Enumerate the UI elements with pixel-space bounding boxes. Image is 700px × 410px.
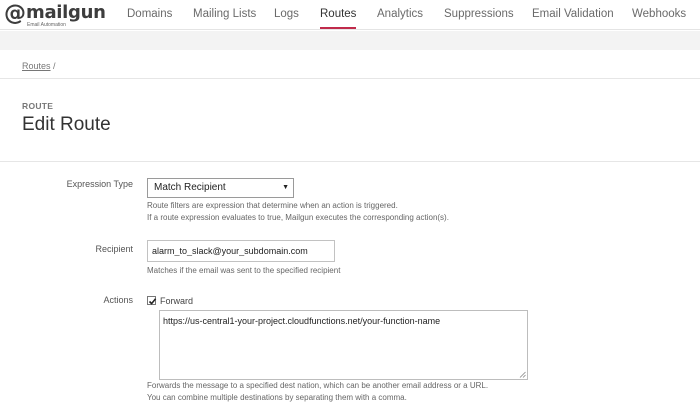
breadcrumb-separator: / <box>53 61 56 71</box>
expression-type-select[interactable]: Match Recipient ▼ <box>147 178 294 198</box>
forward-destination-value: https://us-central1-your-project.cloudfu… <box>163 316 441 326</box>
forward-help-line2: You can combine multiple destinations by… <box>147 393 407 402</box>
page-title: Edit Route <box>22 114 111 135</box>
checkmark-icon <box>148 298 157 305</box>
active-tab-indicator <box>320 27 357 29</box>
forward-label: Forward <box>160 296 194 306</box>
nav-item-routes-label: Routes <box>320 8 357 20</box>
nav-item-domains[interactable]: Domains <box>127 0 172 30</box>
expression-type-help-line2: If a route expression evaluates to true,… <box>147 213 449 222</box>
logo-at-symbol: @ <box>4 1 26 26</box>
recipient-help: Matches if the email was sent to the spe… <box>147 266 341 275</box>
dropdown-caret-icon: ▼ <box>282 184 289 191</box>
nav-item-logs[interactable]: Logs <box>274 0 299 30</box>
nav-item-suppressions[interactable]: Suppressions <box>444 0 514 30</box>
expression-type-value: Match Recipient <box>154 182 226 193</box>
logo-tagline: Email Automation <box>27 22 66 28</box>
expression-type-label: Expression Type <box>66 179 133 189</box>
divider <box>0 161 700 162</box>
header-band <box>0 31 700 50</box>
top-navigation: @ mailgun Email Automation Domains Maili… <box>0 0 700 30</box>
mailgun-logo[interactable]: @ mailgun Email Automation <box>4 1 106 29</box>
divider <box>0 78 700 79</box>
breadcrumb-routes-link[interactable]: Routes <box>22 61 51 71</box>
page-eyebrow: ROUTE <box>22 101 54 111</box>
breadcrumb: Routes / <box>22 61 56 71</box>
nav-item-analytics[interactable]: Analytics <box>377 0 423 30</box>
recipient-input[interactable] <box>147 240 335 262</box>
expression-type-help-line1: Route filters are expression that determ… <box>147 201 398 210</box>
forward-help-line1: Forwards the message to a specified dest… <box>147 381 489 390</box>
resize-grip-icon[interactable] <box>519 371 526 378</box>
forward-destination-textarea[interactable]: https://us-central1-your-project.cloudfu… <box>159 310 528 380</box>
nav-item-routes[interactable]: Routes <box>320 0 357 30</box>
nav-item-mailing-lists[interactable]: Mailing Lists <box>193 0 256 30</box>
actions-label: Actions <box>103 295 133 305</box>
forward-checkbox[interactable] <box>147 296 157 305</box>
nav-item-email-validation[interactable]: Email Validation <box>532 0 614 30</box>
nav-item-webhooks[interactable]: Webhooks <box>632 0 686 30</box>
logo-wordmark: mailgun <box>26 2 106 23</box>
recipient-label: Recipient <box>95 244 133 254</box>
